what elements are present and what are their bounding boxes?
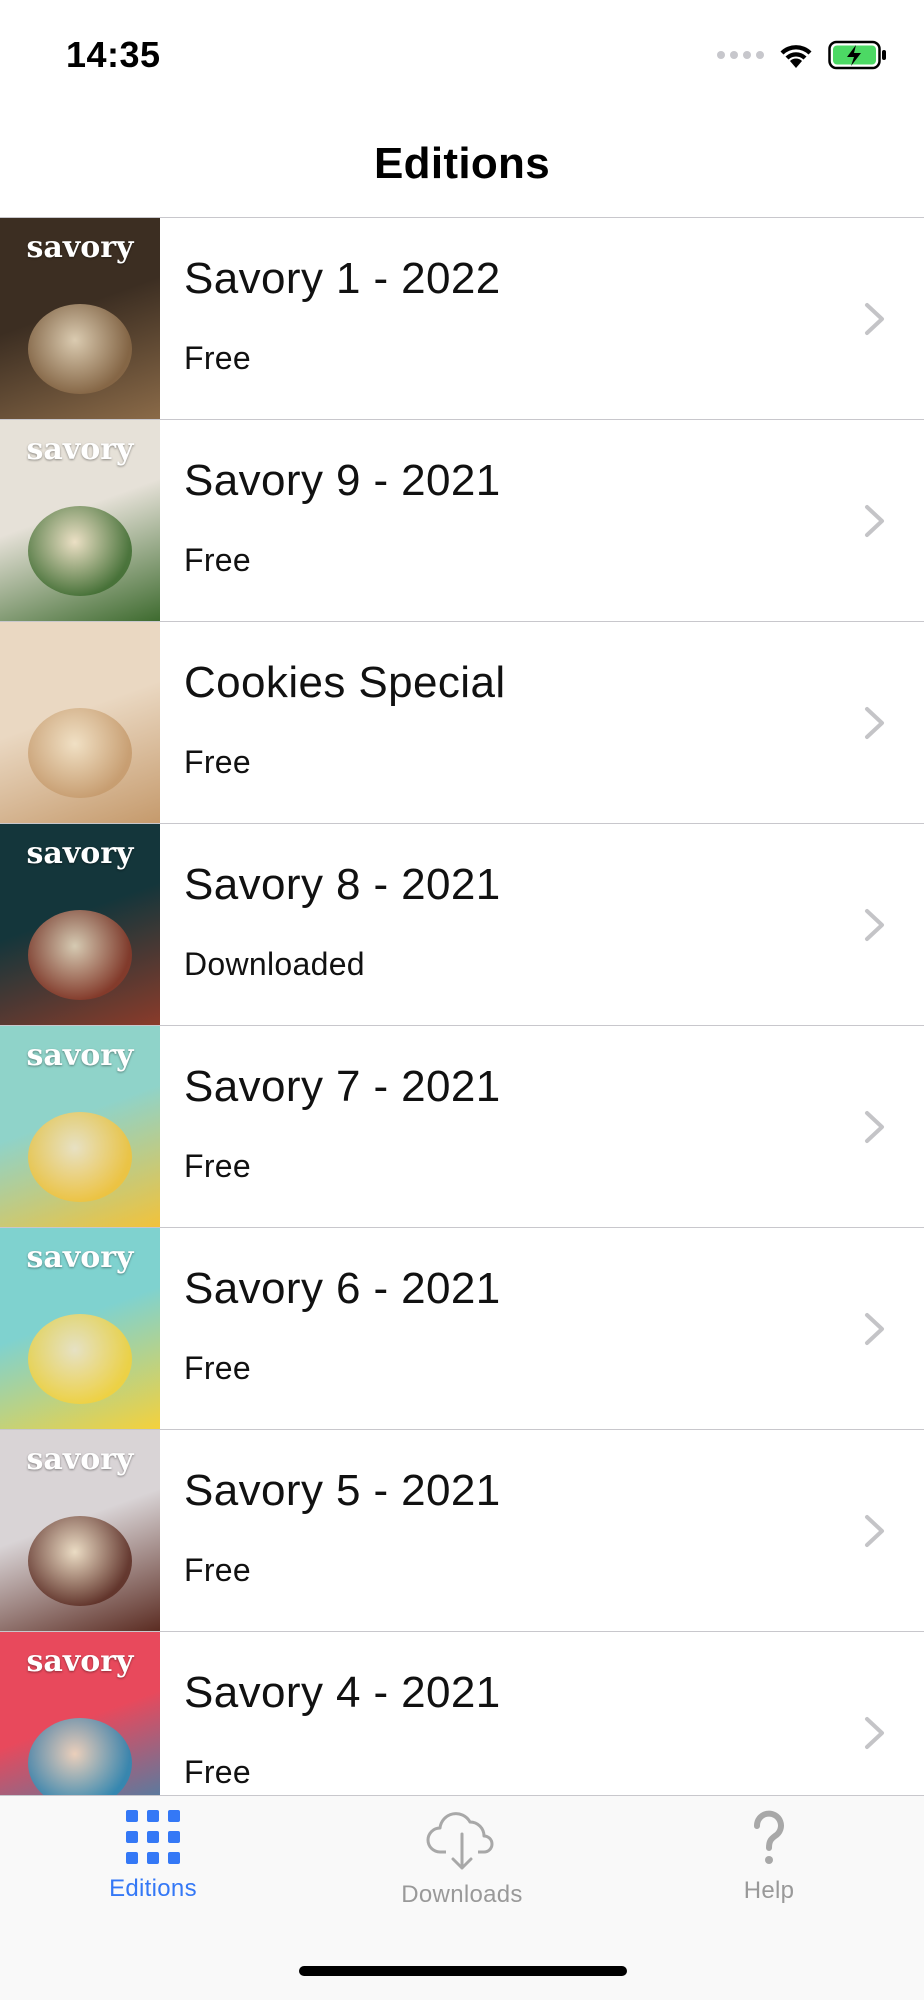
cover-brand-text: savory [26,1442,134,1477]
page-title: Editions [374,138,550,188]
edition-text: Savory 5 - 2021 Free [160,1430,924,1631]
edition-text: Savory 8 - 2021 Downloaded [160,824,924,1025]
edition-text: Savory 4 - 2021 Free [160,1632,924,1795]
edition-title: Cookies Special [184,658,506,707]
edition-status: Free [184,1148,251,1184]
edition-text: Cookies Special Free [160,622,924,823]
battery-charging-icon [828,40,886,70]
edition-title: Savory 8 - 2021 [184,860,501,909]
cover-food-illustration [28,1516,132,1606]
edition-cover-image: savory [0,1430,160,1631]
chevron-right-icon [865,1515,884,1547]
chevron-right-icon [865,1717,884,1749]
edition-status: Free [184,1754,251,1790]
chevron-right-icon [865,1313,884,1345]
cover-brand-text: savory [26,1240,134,1275]
tab-label: Downloads [401,1881,523,1908]
cover-food-illustration [28,506,132,596]
question-mark-icon [753,1810,784,1864]
tab-label: Help [743,1877,795,1904]
cover-brand-text: savory [26,836,134,871]
edition-text: Savory 9 - 2021 Free [160,420,924,621]
editions-list[interactable]: savory Savory 1 - 2022 Free savory Savor… [0,218,924,1795]
edition-status: Free [184,542,251,578]
edition-title: Savory 9 - 2021 [184,456,501,505]
edition-row[interactable]: savory Savory 8 - 2021 Downloaded [0,824,924,1026]
edition-status: Free [184,340,251,376]
navigation-bar: Editions [0,110,924,218]
cover-food-illustration [28,1718,132,1795]
tab-downloads[interactable]: Downloads [362,1810,562,1909]
edition-cover-image: savory [0,1026,160,1227]
cover-brand-text: savory [26,230,134,265]
edition-row[interactable]: savory Savory 4 - 2021 Free [0,1632,924,1795]
edition-text: Savory 7 - 2021 Free [160,1026,924,1227]
edition-row[interactable]: savory Savory 6 - 2021 Free [0,1228,924,1430]
edition-text: Savory 6 - 2021 Free [160,1228,924,1429]
cover-brand-text: savory [26,1038,134,1073]
cover-brand-text: savory [26,432,134,467]
edition-title: Savory 4 - 2021 [184,1668,501,1717]
edition-cover-image: savory [0,1632,160,1795]
edition-title: Savory 7 - 2021 [184,1062,501,1111]
cover-food-illustration [28,304,132,394]
status-icons [717,40,888,70]
edition-row[interactable]: savory Savory 7 - 2021 Free [0,1026,924,1228]
tab-help[interactable]: Help [669,1810,869,1905]
edition-title: Savory 5 - 2021 [184,1466,501,1515]
edition-title: Savory 6 - 2021 [184,1264,501,1313]
wifi-icon [780,45,812,68]
tab-label: Editions [109,1875,197,1902]
edition-text: Savory 1 - 2022 Free [160,218,924,419]
edition-status: Free [184,1552,251,1588]
cover-food-illustration [28,1112,132,1202]
edition-row[interactable]: savory Savory 5 - 2021 Free [0,1430,924,1632]
cover-food-illustration [28,910,132,1000]
home-indicator[interactable] [299,1966,627,1976]
status-bar: 14:35 [0,0,924,110]
edition-row[interactable]: Cookies Special Free [0,622,924,824]
chevron-right-icon [865,303,884,335]
edition-title: Savory 1 - 2022 [184,254,501,303]
edition-cover-image [0,622,160,823]
edition-row[interactable]: savory Savory 9 - 2021 Free [0,420,924,622]
tab-editions[interactable]: Editions [53,1810,253,1903]
cover-brand-text: savory [26,1644,134,1679]
edition-status: Free [184,744,251,780]
chevron-right-icon [865,505,884,537]
cover-food-illustration [28,708,132,798]
edition-cover-image: savory [0,824,160,1025]
cover-food-illustration [28,1314,132,1404]
edition-status: Free [184,1350,251,1386]
edition-status: Downloaded [184,946,365,982]
edition-cover-image: savory [0,218,160,419]
chevron-right-icon [865,909,884,941]
chevron-right-icon [865,707,884,739]
chevron-right-icon [865,1111,884,1143]
status-time: 14:35 [66,34,161,75]
grid-icon [126,1810,180,1864]
edition-cover-image: savory [0,1228,160,1429]
cellular-signal-icon [717,51,764,59]
edition-row[interactable]: savory Savory 1 - 2022 Free [0,218,924,420]
edition-cover-image: savory [0,420,160,621]
cloud-download-icon [426,1812,494,1870]
